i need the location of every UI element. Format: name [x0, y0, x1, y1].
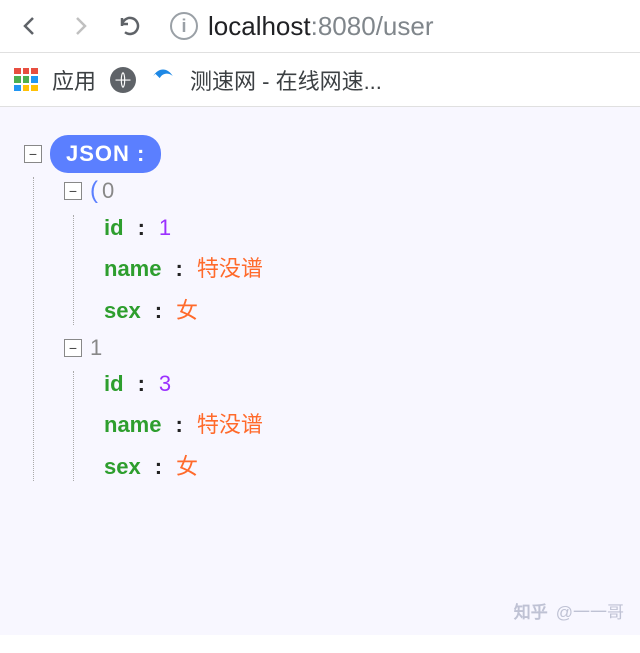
- prop-row: name: 特没谱: [104, 251, 616, 283]
- array-index: 1: [90, 335, 102, 361]
- reload-icon[interactable]: [114, 10, 146, 42]
- prop-row: sex: 女: [104, 293, 616, 325]
- prop-row: id: 1: [104, 215, 616, 241]
- collapse-icon[interactable]: −: [64, 339, 82, 357]
- prop-row: sex: 女: [104, 449, 616, 481]
- prop-row: name: 特没谱: [104, 407, 616, 439]
- forward-icon: [64, 10, 96, 42]
- json-badge: JSON :: [50, 135, 161, 173]
- json-root-row: − JSON :: [24, 135, 616, 173]
- address-bar[interactable]: i localhost:8080/user: [170, 11, 434, 42]
- object-0: id: 1 name: 特没谱 sex: 女: [73, 215, 616, 325]
- prop-value: 女: [176, 449, 198, 481]
- prop-key: name: [104, 256, 161, 282]
- globe-icon[interactable]: [110, 67, 136, 93]
- prop-key: sex: [104, 298, 141, 324]
- apps-label[interactable]: 应用: [52, 64, 96, 96]
- watermark: 知乎 @一一哥: [514, 598, 624, 623]
- array-index: 0: [102, 178, 114, 204]
- prop-key: id: [104, 371, 124, 397]
- bookmarks-bar: 应用 测速网 - 在线网速...: [0, 53, 640, 107]
- back-icon[interactable]: [14, 10, 46, 42]
- prop-value: 女: [176, 293, 198, 325]
- array-item-0: − ( 0: [64, 177, 616, 205]
- apps-icon[interactable]: [14, 68, 38, 92]
- collapse-icon[interactable]: −: [64, 182, 82, 200]
- prop-key: id: [104, 215, 124, 241]
- brace-icon: (: [90, 177, 98, 205]
- prop-row: id: 3: [104, 371, 616, 397]
- site-info-icon[interactable]: i: [170, 12, 198, 40]
- watermark-text: @一一哥: [556, 598, 624, 623]
- prop-value: 1: [159, 215, 171, 241]
- prop-value: 3: [159, 371, 171, 397]
- url-path: /user: [376, 11, 434, 41]
- object-1: id: 3 name: 特没谱 sex: 女: [73, 371, 616, 481]
- prop-key: sex: [104, 454, 141, 480]
- bookmark-speed-label[interactable]: 测速网 - 在线网速...: [190, 64, 382, 96]
- array-item-1: − 1: [64, 335, 616, 361]
- url-host: localhost: [208, 11, 311, 41]
- prop-value: 特没谱: [197, 407, 263, 439]
- browser-toolbar: i localhost:8080/user: [0, 0, 640, 53]
- zhihu-logo-icon: 知乎: [514, 598, 548, 623]
- collapse-icon[interactable]: −: [24, 145, 42, 163]
- prop-key: name: [104, 412, 161, 438]
- json-viewer: − JSON : − ( 0 id: 1 name: 特没谱 sex: 女: [0, 107, 640, 635]
- speed-icon[interactable]: [150, 63, 176, 96]
- prop-value: 特没谱: [197, 251, 263, 283]
- url-port: :8080: [311, 11, 376, 41]
- json-array: − ( 0 id: 1 name: 特没谱 sex: 女 − 1 id: [33, 177, 616, 481]
